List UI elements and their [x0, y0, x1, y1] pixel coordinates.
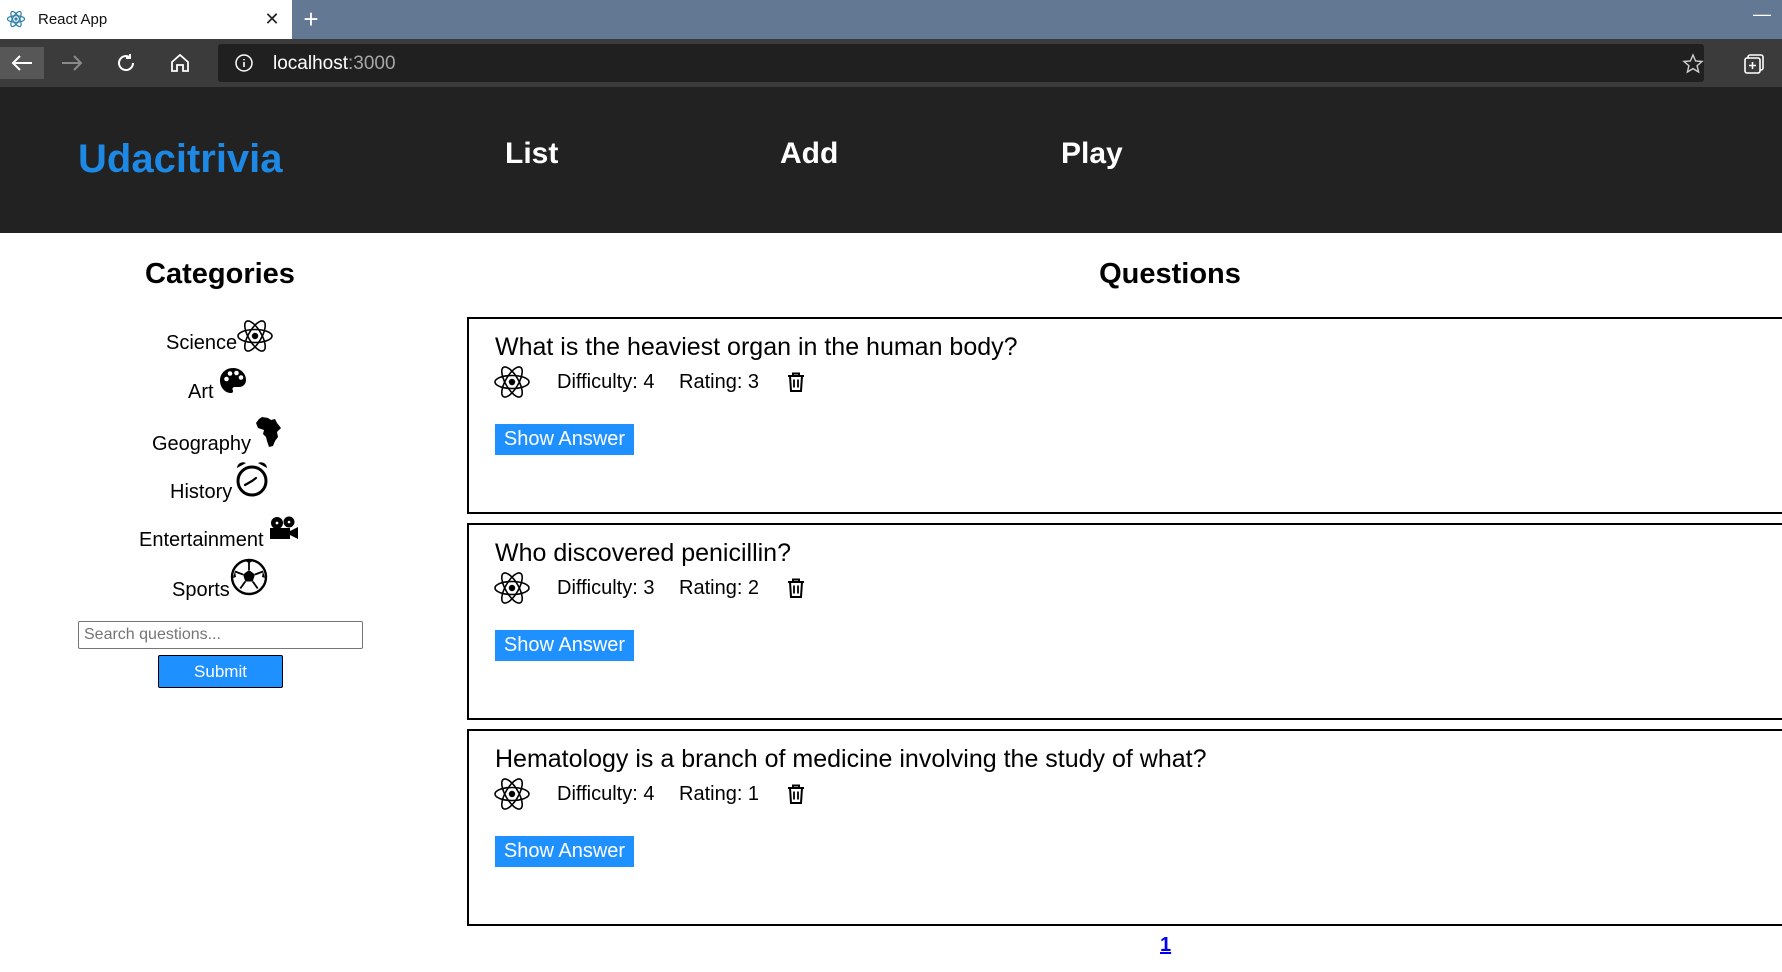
atom-icon [494, 778, 530, 810]
categories-heading: Categories [145, 258, 295, 290]
brand-logo[interactable]: Udacitrivia [78, 137, 283, 182]
pagination-page-link[interactable]: 1 [1160, 934, 1171, 957]
browser-toolbar: localhost:3000 [0, 39, 1782, 87]
search-input[interactable] [78, 621, 363, 649]
rating-label: Rating: 1 [679, 783, 760, 805]
palette-icon [220, 368, 246, 393]
back-button[interactable] [0, 47, 44, 79]
url-host: localhost [273, 53, 348, 74]
favorite-star-icon[interactable] [1682, 53, 1704, 75]
browser-tab[interactable]: React App ✕ [0, 0, 292, 39]
africa-icon [256, 417, 281, 447]
difficulty-label: Difficulty: 3 [557, 577, 655, 599]
submit-button[interactable]: Submit [158, 655, 283, 688]
trash-icon[interactable] [785, 371, 807, 393]
question-card: Who discovered penicillin? Difficulty: 3… [467, 523, 1782, 720]
show-answer-button[interactable]: Show Answer [495, 630, 634, 661]
trash-icon[interactable] [785, 577, 807, 599]
question-text: What is the heaviest organ in the human … [495, 333, 1018, 361]
rating-label: Rating: 3 [679, 371, 760, 393]
category-label: Art [188, 381, 214, 403]
reload-button[interactable] [106, 47, 146, 79]
question-card: What is the heaviest organ in the human … [467, 317, 1782, 514]
forward-button[interactable] [52, 47, 92, 79]
arrow-right-icon [62, 55, 83, 71]
rating-label: Rating: 2 [679, 577, 760, 599]
trash-icon[interactable] [785, 783, 807, 805]
category-label: Geography [152, 433, 251, 455]
browser-tab-strip: React App ✕ + — [0, 0, 1782, 39]
question-text: Who discovered penicillin? [495, 539, 791, 567]
nav-list-link[interactable]: List [505, 137, 558, 171]
home-icon [171, 53, 189, 72]
category-label: Sports [172, 579, 230, 601]
atom-icon [494, 366, 530, 398]
new-tab-button[interactable]: + [298, 5, 324, 33]
tab-title: React App [38, 11, 108, 28]
difficulty-label: Difficulty: 4 [557, 371, 655, 393]
atom-icon [494, 572, 530, 604]
address-bar[interactable]: localhost:3000 [218, 44, 1704, 82]
minimize-button[interactable]: — [1752, 4, 1772, 24]
home-button[interactable] [160, 47, 200, 79]
category-label: History [170, 481, 233, 503]
alarm-clock-icon [236, 462, 268, 497]
questions-heading: Questions [1099, 258, 1241, 290]
arrow-left-icon [11, 55, 32, 71]
difficulty-label: Difficulty: 4 [557, 783, 655, 805]
film-camera-icon [270, 516, 298, 539]
url-port: :3000 [348, 53, 396, 74]
show-answer-button[interactable]: Show Answer [495, 424, 634, 455]
app-header: Udacitrivia List Add Play [0, 87, 1782, 233]
collections-icon[interactable] [1742, 52, 1766, 76]
atom-icon [237, 320, 273, 352]
url-text: localhost:3000 [273, 53, 396, 75]
show-answer-button[interactable]: Show Answer [495, 836, 634, 867]
react-logo-icon [6, 10, 26, 28]
nav-add-link[interactable]: Add [780, 137, 838, 171]
soccer-ball-icon [230, 558, 268, 596]
category-label: Entertainment [139, 529, 264, 551]
info-icon[interactable] [234, 53, 254, 73]
question-card: Hematology is a branch of medicine invol… [467, 729, 1782, 926]
tab-close-icon[interactable]: ✕ [262, 9, 282, 29]
reload-icon [118, 54, 135, 72]
category-label: Science [166, 332, 238, 354]
nav-play-link[interactable]: Play [1061, 137, 1123, 171]
question-text: Hematology is a branch of medicine invol… [495, 745, 1207, 773]
